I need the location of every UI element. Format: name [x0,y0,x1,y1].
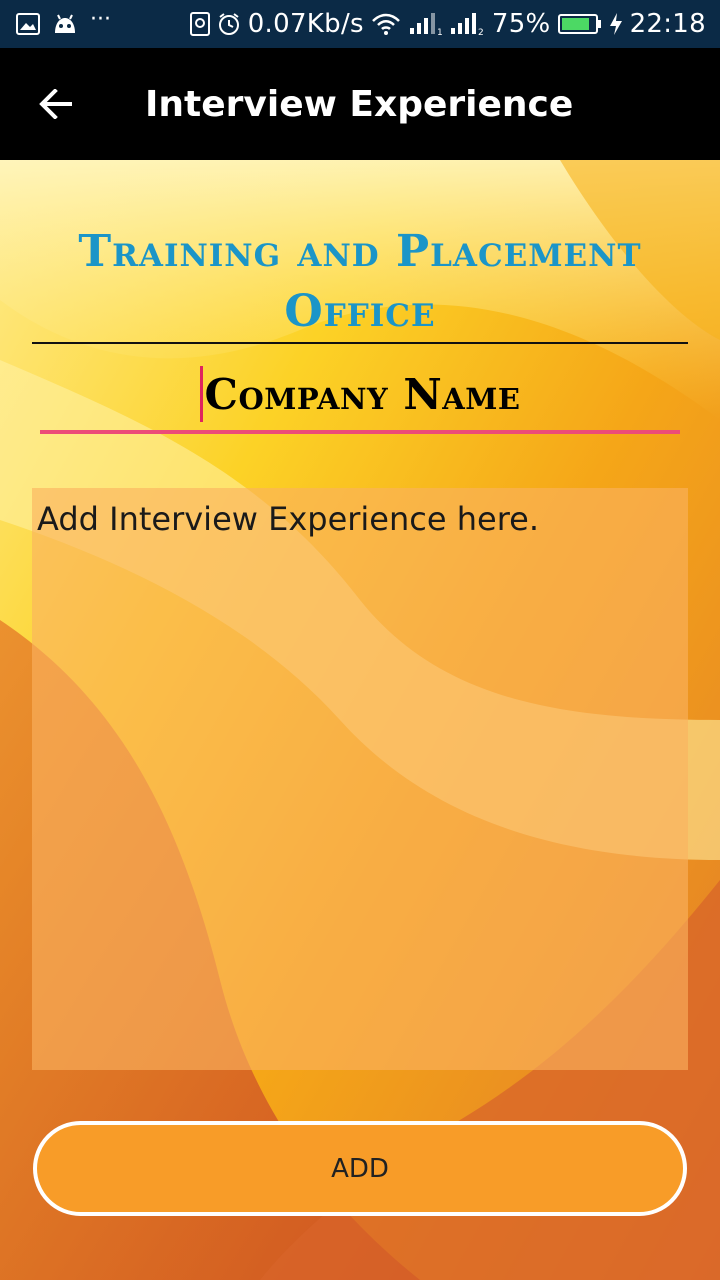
svg-text:1: 1 [437,28,442,36]
android-icon [52,13,78,35]
company-name-input[interactable]: Company Name [40,358,680,434]
alarm-icon [217,12,241,36]
gallery-icon [16,13,40,35]
back-button[interactable] [0,48,112,160]
signal-sim1-icon: 1 [408,12,442,36]
screenshot-icon [189,12,210,36]
battery-percent: 75% [491,9,551,39]
add-button[interactable]: ADD [33,1121,687,1216]
clock: 22:18 [629,9,706,39]
add-button-label: ADD [331,1153,389,1184]
wifi-icon [371,13,401,35]
battery-icon [557,13,602,35]
arrow-back-icon [39,89,73,119]
org-title: Training and Placement Office [78,226,642,337]
app-bar: Interview Experience [0,48,720,160]
company-name-placeholder: Company Name [204,369,521,419]
divider [32,342,688,344]
experience-textarea[interactable]: Add Interview Experience here. [32,488,688,1070]
signal-sim2-icon: 2 [449,12,485,36]
text-cursor [199,366,203,422]
experience-placeholder: Add Interview Experience here. [37,500,539,538]
svg-text:2: 2 [478,28,484,36]
page-title: Interview Experience [145,83,574,125]
charging-icon [609,12,623,36]
status-bar: ··· 0.07Kb/s 1 2 75% 22:18 [0,0,720,48]
network-speed: 0.07Kb/s [247,9,364,39]
more-dots-icon: ··· [90,7,111,32]
